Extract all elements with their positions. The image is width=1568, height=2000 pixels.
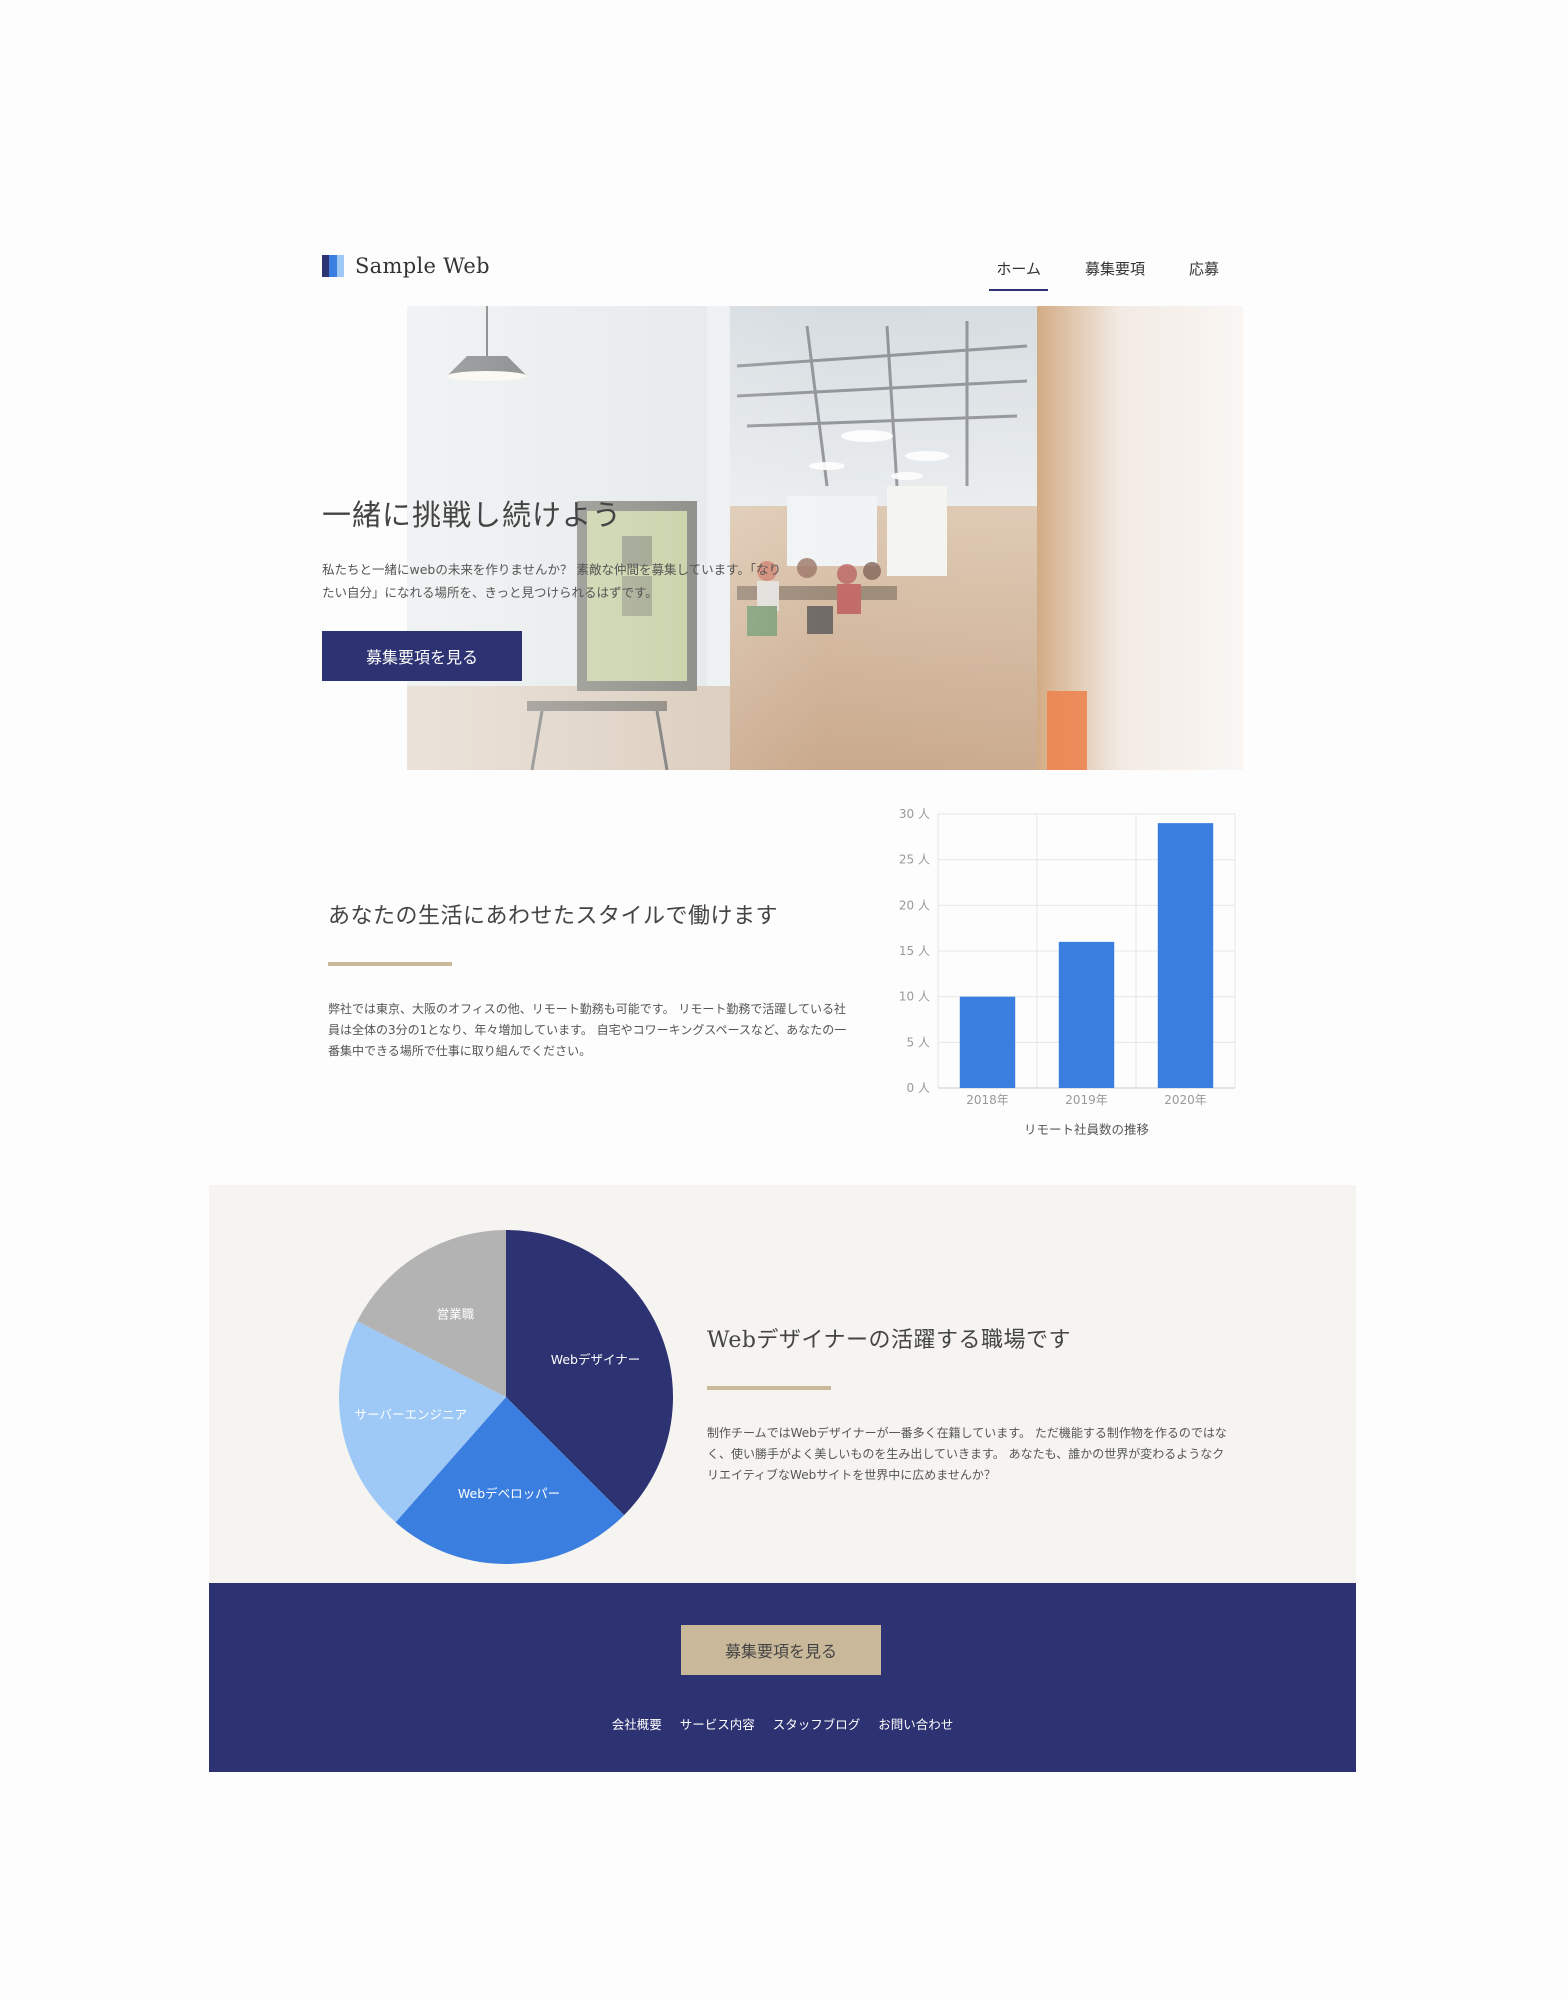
nav-item-home[interactable]: ホーム — [989, 250, 1048, 291]
logo-stripe — [329, 255, 337, 277]
logo-text: Sample Web — [355, 254, 490, 278]
footer-link-contact[interactable]: お問い合わせ — [878, 1714, 953, 1733]
hero-text-block: 一緒に挑戦し続けよう 私たちと一緒にwebの未来を作りませんか？ 素敵な仲間を募… — [322, 492, 792, 604]
designer-description: 制作チームではWebデザイナーが一番多く在籍しています。 ただ機能する制作物を作… — [707, 1426, 1227, 1482]
logo-stripe — [336, 255, 344, 277]
y-tick-label: 0 人 — [907, 1081, 930, 1095]
site-header: Sample Web ホーム 募集要項 応募 — [322, 250, 1226, 291]
y-tick-label: 5 人 — [907, 1035, 930, 1049]
work-style-description: 弊社では東京、大阪のオフィスの他、リモート勤務も可能です。 リモート勤務で活躍し… — [328, 1002, 847, 1058]
y-tick-label: 30 人 — [899, 807, 930, 821]
main-nav: ホーム 募集要項 応募 — [989, 250, 1226, 291]
footer-link-staff-blog[interactable]: スタッフブログ — [773, 1714, 861, 1733]
job-role-pie-chart: Webデザイナー Webデベロッパー サーバーエンジニア 営業職 — [339, 1230, 673, 1564]
x-tick-label: 2019年 — [1065, 1093, 1108, 1107]
footer-link-services[interactable]: サービス内容 — [680, 1714, 755, 1733]
footer-requirements-button[interactable]: 募集要項を見る — [681, 1625, 881, 1675]
pie-label: Webデザイナー — [551, 1352, 641, 1367]
site-footer: 募集要項を見る 会社概要 サービス内容 スタッフブログ お問い合わせ — [209, 1583, 1356, 1772]
work-style-text: あなたの生活にあわせたスタイルで働けます 弊社では東京、大阪のオフィスの他、リモ… — [328, 898, 848, 1062]
logo-mark-icon — [322, 255, 344, 277]
x-tick-label: 2018年 — [966, 1093, 1009, 1107]
bar-2018年 — [959, 996, 1016, 1088]
hero-description: 私たちと一緒にwebの未来を作りませんか？ 素敵な仲間を募集しています。「なりた… — [322, 562, 782, 600]
hero-requirements-button[interactable]: 募集要項を見る — [322, 631, 522, 681]
remote-employee-bar-chart: 0 人 5 人 10 人 15 人 20 人 25 人 30 人 2018年 2019年 2020… — [899, 807, 1236, 1137]
pie-label: サーバーエンジニア — [355, 1407, 467, 1422]
y-tick-label: 20 人 — [899, 898, 930, 912]
x-axis-label: リモート社員数の推移 — [1024, 1122, 1149, 1137]
logo[interactable]: Sample Web — [322, 254, 490, 278]
nav-item-requirements[interactable]: 募集要項 — [1078, 250, 1152, 291]
hero-title: 一緒に挑戦し続けよう — [322, 498, 623, 532]
accent-divider — [707, 1386, 831, 1390]
footer-links: 会社概要 サービス内容 スタッフブログ お問い合わせ — [209, 1714, 1356, 1733]
logo-stripe — [322, 255, 330, 277]
nav-item-apply[interactable]: 応募 — [1182, 250, 1226, 291]
y-tick-label: 10 人 — [899, 990, 930, 1004]
designer-text: Webデザイナーの活躍する職場です 制作チームではWebデザイナーが一番多く在籍… — [707, 1322, 1227, 1486]
footer-link-company[interactable]: 会社概要 — [612, 1714, 662, 1733]
bar-2019年 — [1058, 941, 1115, 1088]
pie-label: Webデベロッパー — [458, 1486, 560, 1501]
y-tick-label: 25 人 — [899, 853, 930, 867]
bar-2020年 — [1157, 823, 1214, 1088]
designer-title: Webデザイナーの活躍する職場です — [707, 1328, 1071, 1353]
accent-divider — [328, 962, 452, 966]
x-tick-label: 2020年 — [1164, 1093, 1207, 1107]
y-tick-label: 15 人 — [899, 944, 930, 958]
pie-label: 営業職 — [437, 1306, 475, 1321]
work-style-title: あなたの生活にあわせたスタイルで働けます — [328, 904, 779, 929]
